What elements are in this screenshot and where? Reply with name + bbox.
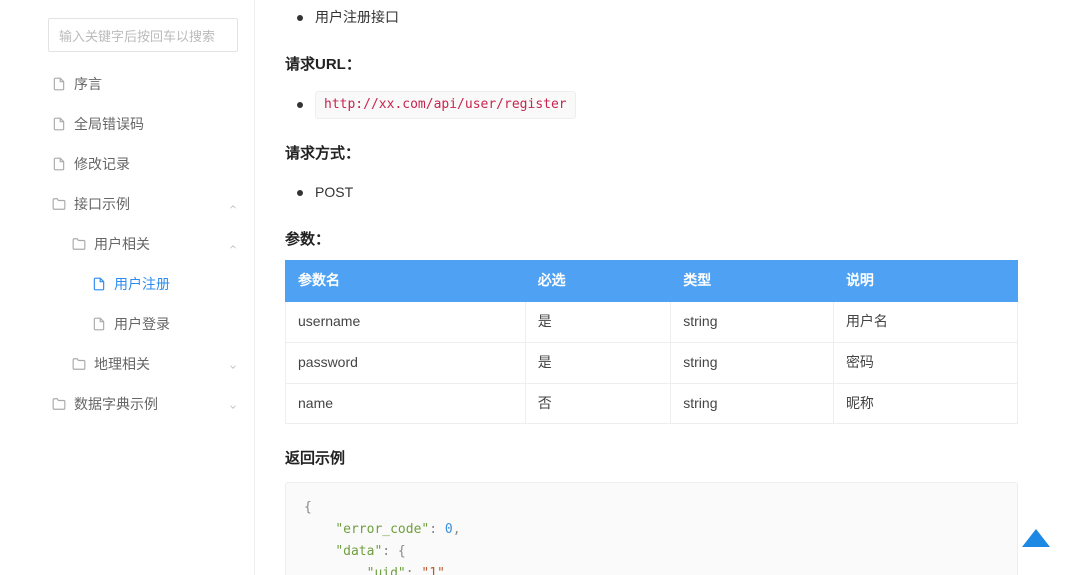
back-to-top-button[interactable] bbox=[1022, 529, 1050, 547]
table-row: password是string密码 bbox=[286, 342, 1018, 383]
code-token: "data" bbox=[335, 544, 382, 559]
code-token: "error_code" bbox=[335, 522, 429, 537]
file-icon bbox=[52, 157, 66, 171]
folder-icon bbox=[72, 357, 86, 371]
table-cell: password bbox=[286, 342, 526, 383]
folder-icon bbox=[52, 397, 66, 411]
method-row: POST bbox=[285, 175, 1018, 211]
code-token: "uid" bbox=[367, 566, 406, 575]
content: 用户注册接口 请求URL： http://xx.com/api/user/reg… bbox=[255, 0, 1078, 575]
file-icon bbox=[92, 277, 106, 291]
code-token bbox=[304, 522, 335, 537]
params-table: 参数名必选类型说明 username是string用户名password是str… bbox=[285, 260, 1018, 424]
sidebar-item[interactable]: 接口示例 bbox=[0, 184, 254, 224]
intro-bullet-row: 用户注册接口 bbox=[285, 0, 1018, 36]
table-cell: string bbox=[671, 301, 834, 342]
table-header-cell: 必选 bbox=[525, 261, 671, 302]
section-params-heading: 参数： bbox=[285, 227, 1018, 253]
url-row: http://xx.com/api/user/register bbox=[285, 85, 1018, 125]
code-line: { bbox=[304, 497, 999, 519]
code-token bbox=[304, 566, 367, 575]
chevron-up-icon bbox=[228, 239, 238, 249]
table-cell: 否 bbox=[525, 383, 671, 424]
table-cell: name bbox=[286, 383, 526, 424]
section-response-heading: 返回示例 bbox=[285, 446, 1018, 472]
table-header-cell: 参数名 bbox=[286, 261, 526, 302]
folder-icon bbox=[72, 237, 86, 251]
code-line: "uid": "1", bbox=[304, 563, 999, 575]
sidebar-item-label: 修改记录 bbox=[74, 154, 238, 174]
intro-bullet: 用户注册接口 bbox=[315, 6, 399, 30]
table-header-row: 参数名必选类型说明 bbox=[286, 261, 1018, 302]
bullet-icon bbox=[297, 102, 303, 108]
code-line: "error_code": 0, bbox=[304, 519, 999, 541]
sidebar-item[interactable]: 用户注册 bbox=[0, 264, 254, 304]
table-header-cell: 类型 bbox=[671, 261, 834, 302]
code-token bbox=[304, 544, 335, 559]
table-cell: 是 bbox=[525, 301, 671, 342]
file-icon bbox=[92, 317, 106, 331]
code-token: , bbox=[453, 522, 461, 537]
table-cell: string bbox=[671, 342, 834, 383]
table-cell: 是 bbox=[525, 342, 671, 383]
file-icon bbox=[52, 77, 66, 91]
table-cell: 昵称 bbox=[833, 383, 1017, 424]
sidebar-item-label: 序言 bbox=[74, 74, 238, 94]
sidebar-item[interactable]: 用户登录 bbox=[0, 304, 254, 344]
sidebar-item-label: 数据字典示例 bbox=[74, 394, 228, 414]
sidebar-item-label: 全局错误码 bbox=[74, 114, 238, 134]
search-input[interactable]: 输入关键字后按回车以搜索 bbox=[48, 18, 238, 52]
sidebar-item-label: 用户相关 bbox=[94, 234, 228, 254]
table-header-cell: 说明 bbox=[833, 261, 1017, 302]
folder-icon bbox=[52, 197, 66, 211]
table-cell: username bbox=[286, 301, 526, 342]
sidebar-item-label: 接口示例 bbox=[74, 194, 228, 214]
response-codeblock: { "error_code": 0, "data": { "uid": "1",… bbox=[285, 482, 1018, 575]
code-token: : bbox=[406, 566, 422, 575]
table-cell: string bbox=[671, 383, 834, 424]
sidebar-item[interactable]: 修改记录 bbox=[0, 144, 254, 184]
sidebar-item-label: 用户注册 bbox=[114, 274, 238, 294]
table-cell: 用户名 bbox=[833, 301, 1017, 342]
file-icon bbox=[52, 117, 66, 131]
sidebar-item[interactable]: 地理相关 bbox=[0, 344, 254, 384]
section-method-heading: 请求方式： bbox=[285, 141, 1018, 167]
code-token: 0 bbox=[445, 522, 453, 537]
chevron-up-icon bbox=[228, 199, 238, 209]
code-token: : { bbox=[382, 544, 405, 559]
code-line: "data": { bbox=[304, 541, 999, 563]
sidebar-item[interactable]: 全局错误码 bbox=[0, 104, 254, 144]
chevron-down-icon bbox=[228, 359, 238, 369]
request-url: http://xx.com/api/user/register bbox=[315, 91, 576, 119]
chevron-down-icon bbox=[228, 399, 238, 409]
code-token: , bbox=[445, 566, 453, 575]
request-method: POST bbox=[315, 181, 353, 205]
table-row: name否string昵称 bbox=[286, 383, 1018, 424]
search-placeholder: 输入关键字后按回车以搜索 bbox=[59, 26, 215, 45]
code-token: : bbox=[429, 522, 445, 537]
bullet-icon bbox=[297, 15, 303, 21]
sidebar-item-label: 地理相关 bbox=[94, 354, 228, 374]
sidebar: 输入关键字后按回车以搜索 序言全局错误码修改记录接口示例用户相关用户注册用户登录… bbox=[0, 0, 255, 575]
sidebar-item-label: 用户登录 bbox=[114, 314, 238, 334]
sidebar-item[interactable]: 数据字典示例 bbox=[0, 384, 254, 424]
sidebar-item[interactable]: 序言 bbox=[0, 64, 254, 104]
table-cell: 密码 bbox=[833, 342, 1017, 383]
code-token: "1" bbox=[421, 566, 444, 575]
section-url-heading: 请求URL： bbox=[285, 52, 1018, 78]
code-token: { bbox=[304, 500, 312, 515]
bullet-icon bbox=[297, 190, 303, 196]
table-row: username是string用户名 bbox=[286, 301, 1018, 342]
nav-list: 序言全局错误码修改记录接口示例用户相关用户注册用户登录地理相关数据字典示例 bbox=[0, 64, 254, 424]
sidebar-item[interactable]: 用户相关 bbox=[0, 224, 254, 264]
